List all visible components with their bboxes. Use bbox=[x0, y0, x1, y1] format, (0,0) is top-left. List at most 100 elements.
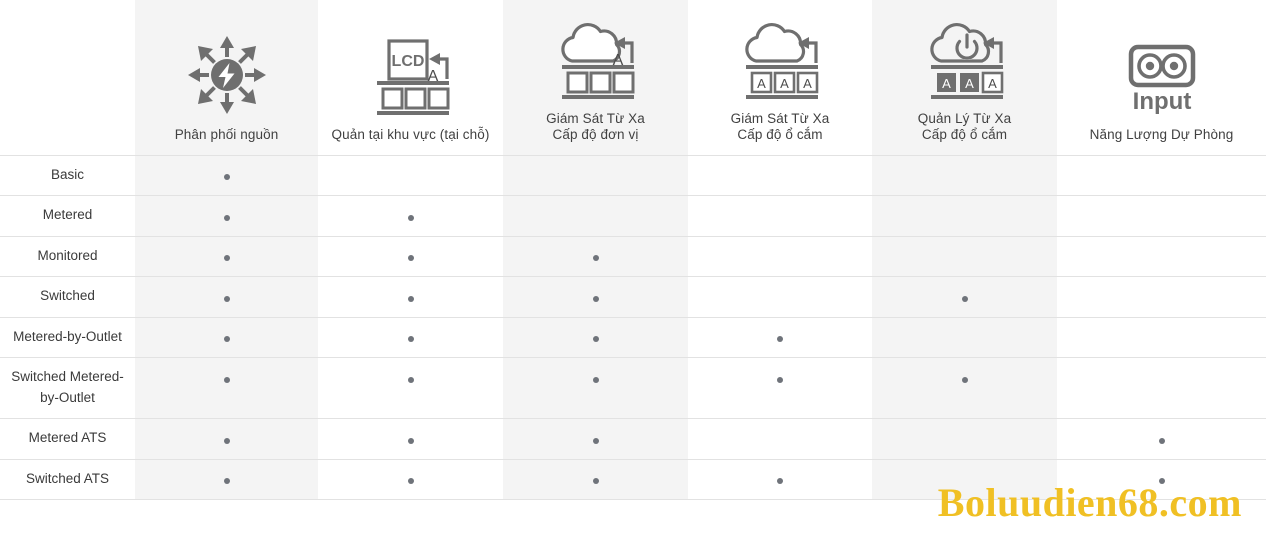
feature-dot bbox=[407, 295, 414, 302]
feature-dot bbox=[407, 478, 414, 485]
cell-remote_monitor_unit bbox=[503, 418, 688, 459]
feature-dot bbox=[223, 478, 230, 485]
cell-power_distribution bbox=[135, 357, 318, 419]
feature-dot bbox=[592, 255, 599, 262]
feature-dot-empty bbox=[1159, 174, 1165, 180]
column-header-label: Giám Sát Từ Xa Cấp độ ổ cắm bbox=[730, 110, 830, 142]
cell-power_distribution bbox=[135, 236, 318, 277]
feature-dot-empty bbox=[593, 215, 599, 221]
table-row: Metered bbox=[0, 195, 1266, 236]
feature-dot-empty bbox=[962, 215, 968, 221]
cell-remote_monitor_outlet bbox=[688, 155, 872, 196]
column-header-label: Giám Sát Từ Xa Cấp độ đơn vị bbox=[546, 110, 645, 142]
cell-power_distribution bbox=[135, 317, 318, 358]
cell-power_distribution bbox=[135, 195, 318, 236]
column-header-remote-manage-outlet: A A A Quản Lý Từ Xa Cấp độ ổ cắm bbox=[872, 0, 1057, 155]
cell-remote_manage_outlet bbox=[872, 317, 1057, 358]
row-label: Monitored bbox=[0, 236, 135, 277]
svg-text:A: A bbox=[965, 76, 974, 91]
column-header-local-management: LCD A Quản tại khu vực (tại chỗ) bbox=[318, 0, 503, 155]
cell-power_distribution bbox=[135, 418, 318, 459]
feature-dot bbox=[592, 376, 599, 383]
cell-local_management bbox=[318, 195, 503, 236]
cell-backup_power bbox=[1057, 418, 1266, 459]
feature-dot bbox=[223, 174, 230, 181]
cell-remote_monitor_outlet bbox=[688, 195, 872, 236]
row-label: Basic bbox=[0, 155, 135, 196]
feature-dot-empty bbox=[777, 255, 783, 261]
column-header-remote-monitor-outlet: A A A Giám Sát Từ Xa Cấp độ ổ cắm bbox=[688, 0, 872, 155]
feature-dot bbox=[407, 255, 414, 262]
cell-remote_monitor_unit bbox=[503, 236, 688, 277]
table-body: Basic Metered Monitored Switched Metered-by-… bbox=[0, 155, 1266, 500]
feature-dot bbox=[961, 295, 968, 302]
feature-dot-empty bbox=[777, 438, 783, 444]
cell-remote_manage_outlet bbox=[872, 155, 1057, 196]
feature-dot bbox=[777, 478, 783, 485]
feature-dot-empty bbox=[408, 174, 414, 180]
feature-dot bbox=[777, 376, 783, 383]
cell-remote_monitor_unit bbox=[503, 317, 688, 358]
cell-remote_monitor_outlet bbox=[688, 317, 872, 358]
cell-remote_manage_outlet bbox=[872, 195, 1057, 236]
svg-text:A: A bbox=[780, 76, 789, 91]
cell-remote_monitor_outlet bbox=[688, 418, 872, 459]
column-header-label: Phân phối nguồn bbox=[174, 126, 279, 142]
feature-dot bbox=[1158, 437, 1165, 444]
column-header-remote-monitor-unit: A Giám Sát Từ Xa Cấp độ đơn vị bbox=[503, 0, 688, 155]
svg-text:A: A bbox=[757, 76, 766, 91]
feature-dot bbox=[407, 214, 414, 221]
cell-backup_power bbox=[1057, 317, 1266, 358]
feature-dot bbox=[407, 336, 414, 343]
feature-dot bbox=[223, 255, 230, 262]
cell-remote_monitor_outlet bbox=[688, 236, 872, 277]
cell-backup_power bbox=[1057, 276, 1266, 317]
table-row: Switched bbox=[0, 276, 1266, 317]
cloud-power-control-outlet-icon: A A A bbox=[878, 13, 1051, 101]
cell-remote_monitor_unit bbox=[503, 195, 688, 236]
feature-dot-empty bbox=[777, 215, 783, 221]
cell-remote_monitor_unit bbox=[503, 459, 688, 500]
lcd-local-management-icon: LCD A bbox=[324, 29, 497, 117]
table-row: Monitored bbox=[0, 236, 1266, 277]
feature-dot bbox=[961, 376, 968, 383]
cell-local_management bbox=[318, 357, 503, 419]
feature-dot-empty bbox=[1159, 377, 1165, 383]
header-row: Phân phối nguồn LCD A Quản tại khu vực (… bbox=[0, 0, 1266, 155]
cell-local_management bbox=[318, 155, 503, 196]
column-header-backup-power: Input Năng Lượng Dự Phòng bbox=[1057, 0, 1266, 155]
svg-text:A: A bbox=[803, 76, 812, 91]
column-header-power-distribution: Phân phối nguồn bbox=[135, 0, 318, 155]
feature-dot-empty bbox=[1159, 255, 1165, 261]
feature-dot-empty bbox=[777, 296, 783, 302]
cell-remote_monitor_outlet bbox=[688, 276, 872, 317]
pdu-feature-matrix-page: Phân phối nguồn LCD A Quản tại khu vực (… bbox=[0, 0, 1266, 536]
table-row: Switched Metered-by-Outlet bbox=[0, 357, 1266, 419]
feature-dot bbox=[223, 336, 230, 343]
pdu-comparison-table: Phân phối nguồn LCD A Quản tại khu vực (… bbox=[0, 0, 1266, 500]
cell-remote_manage_outlet bbox=[872, 276, 1057, 317]
table-row: Metered-by-Outlet bbox=[0, 317, 1266, 358]
cell-local_management bbox=[318, 418, 503, 459]
input-icon-text: Input bbox=[1132, 88, 1191, 115]
feature-dot bbox=[592, 478, 599, 485]
svg-text:A: A bbox=[942, 76, 951, 91]
row-label: Switched ATS bbox=[0, 459, 135, 500]
cell-remote_monitor_unit bbox=[503, 155, 688, 196]
cell-power_distribution bbox=[135, 155, 318, 196]
svg-text:A: A bbox=[988, 76, 997, 91]
cell-backup_power bbox=[1057, 195, 1266, 236]
cell-local_management bbox=[318, 317, 503, 358]
cell-backup_power bbox=[1057, 357, 1266, 419]
cell-remote_monitor_unit bbox=[503, 357, 688, 419]
cloud-monitor-outlet-icon: A A A bbox=[694, 13, 866, 101]
column-header-label: Quản tại khu vực (tại chỗ) bbox=[331, 126, 490, 142]
row-label: Metered ATS bbox=[0, 418, 135, 459]
header-corner-cell bbox=[0, 0, 135, 155]
cell-remote_monitor_outlet bbox=[688, 459, 872, 500]
feature-dot-empty bbox=[1159, 336, 1165, 342]
cell-remote_manage_outlet bbox=[872, 418, 1057, 459]
input-outlets-icon: Input bbox=[1063, 29, 1260, 117]
feature-dot bbox=[407, 376, 414, 383]
cell-remote_manage_outlet bbox=[872, 236, 1057, 277]
